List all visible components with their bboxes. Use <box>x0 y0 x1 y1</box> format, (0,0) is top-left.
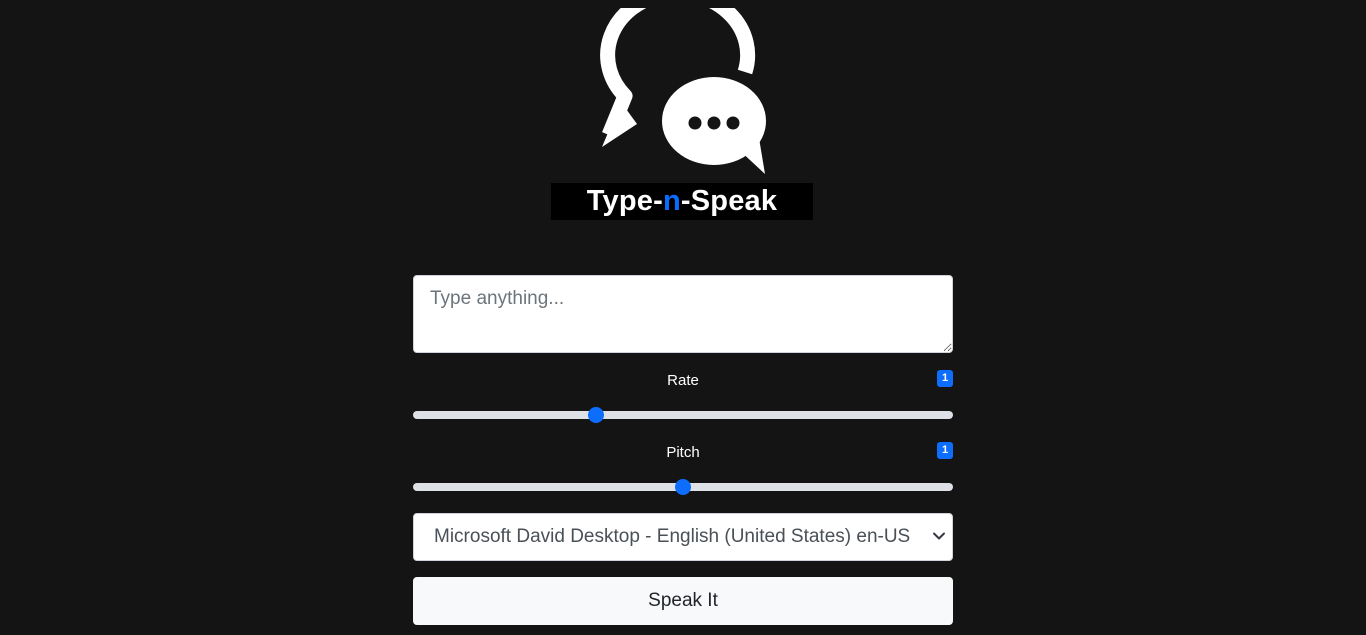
rate-label: Rate <box>667 372 699 389</box>
pitch-value-badge: 1 <box>937 442 953 459</box>
pitch-slider-thumb[interactable] <box>675 479 691 495</box>
app-title-part2: -Speak <box>680 185 778 217</box>
voice-select[interactable]: Microsoft David Desktop - English (Unite… <box>413 513 953 561</box>
pitch-label: Pitch <box>666 444 700 461</box>
app-title-part1: Type- <box>586 185 663 217</box>
speak-button[interactable]: Speak It <box>413 577 953 625</box>
rate-slider[interactable] <box>413 411 953 419</box>
voice-select-value: Microsoft David Desktop - English (Unite… <box>434 526 911 547</box>
chevron-down-icon <box>933 532 945 540</box>
speech-form <box>413 275 953 353</box>
app-logo: Type-n-Speak <box>551 8 813 220</box>
app-title-accent: n <box>662 185 681 217</box>
chat-bubbles-icon <box>600 8 766 174</box>
rate-value-badge: 1 <box>937 370 953 387</box>
app-title: Type-n-Speak <box>551 183 813 220</box>
text-input[interactable] <box>413 275 953 353</box>
rate-slider-thumb[interactable] <box>587 407 604 423</box>
